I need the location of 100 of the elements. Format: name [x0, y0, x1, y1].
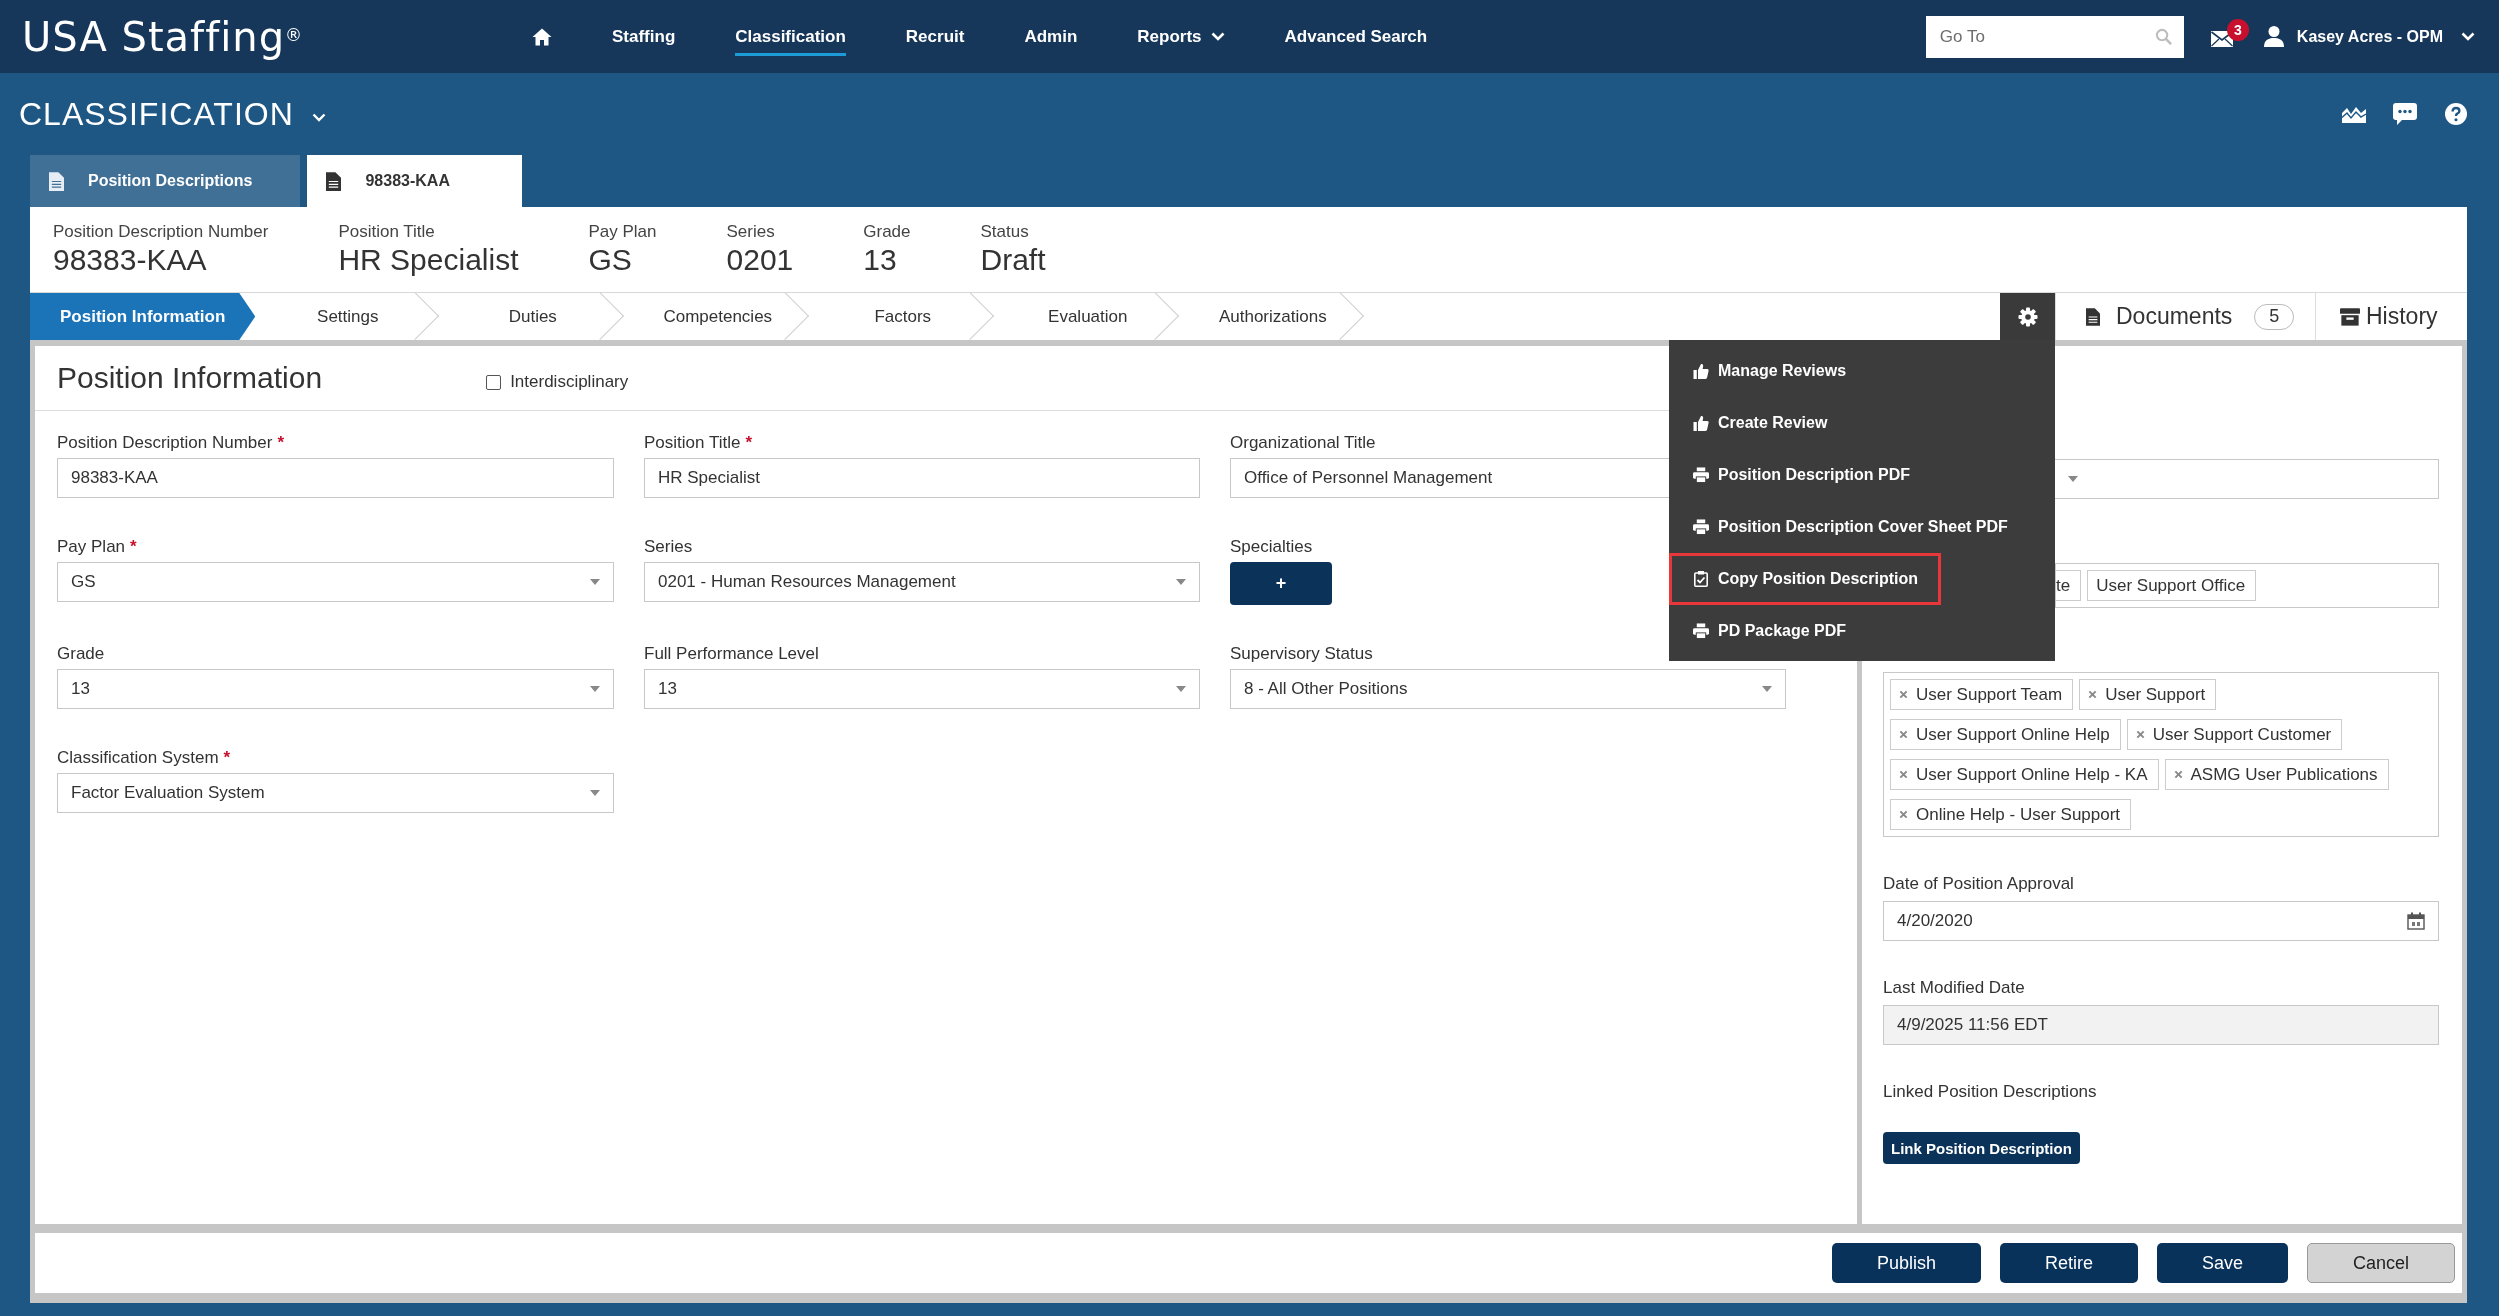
close-icon[interactable] [2088, 690, 2098, 699]
nav-link[interactable]: Staffing [612, 17, 676, 56]
field-label: Specialties [1230, 536, 1313, 558]
tag: User Support Customer [2126, 719, 2343, 750]
summary-label: Grade [863, 222, 911, 242]
nav-link[interactable]: Classification [735, 17, 846, 56]
close-icon[interactable] [1899, 770, 1908, 779]
link-button[interactable]: Link Position Description [1883, 1132, 2080, 1164]
document-icon [49, 171, 64, 191]
select-field[interactable] [2055, 459, 2439, 499]
caret-icon [1176, 686, 1186, 692]
text-field[interactable]: 98383-KAA [57, 458, 614, 498]
document-icon [2086, 307, 2100, 326]
clipboard-check-icon [1693, 571, 1709, 587]
summary-value: 13 [863, 242, 898, 278]
chevron-down-icon [2461, 32, 2475, 41]
menu-item[interactable]: Copy Position Description [1669, 553, 1941, 605]
tag: te [2056, 570, 2082, 601]
summary-label: Status [980, 222, 1030, 242]
summary-label: Position Description Number [53, 222, 269, 242]
field-label: Position Title * [644, 432, 752, 454]
nav-link[interactable]: Recruit [905, 17, 965, 56]
menu-item[interactable]: PD Package PDF [1669, 605, 1870, 657]
menu-item[interactable]: Create Review [1669, 397, 1851, 449]
close-icon[interactable] [2173, 770, 2183, 779]
summary-value: GS [588, 242, 633, 278]
field-label: Grade [57, 643, 105, 665]
text-field[interactable]: HR Specialist [644, 458, 1200, 498]
close-icon[interactable] [1899, 730, 1908, 739]
summary-value: 98383-KAA [53, 242, 208, 278]
chevron-down-icon [1210, 32, 1225, 41]
tag: User Support Online Help - KA [1890, 759, 2159, 790]
step-tab[interactable]: Position Information [30, 293, 256, 340]
caret-icon [590, 579, 600, 585]
logo[interactable]: USA Staffing$^{®}$ [22, 13, 303, 60]
summary-value: HR Specialist [338, 242, 519, 278]
text-field[interactable]: Office of Personnel Management [1230, 458, 1670, 498]
select-field[interactable]: 8 - All Other Positions [1230, 669, 1786, 709]
close-icon[interactable] [2135, 730, 2145, 739]
summary-label: Position Title [338, 222, 436, 242]
caret-icon [590, 686, 600, 692]
summary-value: 0201 [726, 242, 794, 278]
checkbox[interactable] [486, 374, 502, 390]
field-label: Series [644, 536, 693, 558]
user-menu[interactable]: Kasey Acres - OPM [2263, 26, 2475, 47]
tab[interactable]: Position Descriptions [30, 155, 301, 207]
summary-value: Draft [980, 242, 1046, 278]
action-button[interactable]: Cancel [2306, 1243, 2455, 1283]
date-field[interactable]: 4/20/2020 [1883, 901, 2439, 941]
readonly-field: 4/9/2025 11:56 EDT [1883, 1005, 2439, 1045]
notification-badge: 3 [2226, 18, 2249, 41]
thumbs-up-icon [1693, 363, 1709, 379]
thumbs-up-icon [1693, 415, 1709, 431]
nav-link[interactable]: Reports [1137, 17, 1225, 56]
action-button[interactable]: Save [2156, 1243, 2288, 1283]
printer-icon [1693, 623, 1709, 639]
field-label: Full Performance Level [644, 643, 819, 665]
chat-icon[interactable] [2393, 103, 2417, 125]
tag: User Support Office [2087, 570, 2257, 601]
action-button[interactable]: Retire [1999, 1243, 2138, 1283]
nav-link[interactable]: Admin [1024, 17, 1078, 56]
select-field[interactable]: Factor Evaluation System [57, 773, 614, 813]
tag: ASMG User Publications [2164, 759, 2389, 790]
tag-field[interactable]: te User Support Office [2055, 563, 2439, 608]
tag: User Support Team [1890, 679, 2074, 710]
search-icon[interactable] [2154, 27, 2172, 45]
select-field[interactable]: 13 [644, 669, 1200, 709]
tag: User Support [2079, 679, 2217, 710]
module-menu[interactable]: CLASSIFICATION [19, 95, 326, 133]
field-label: Last Modified Date [1883, 977, 2025, 999]
user-icon [2263, 26, 2284, 47]
add-button[interactable]: + [1230, 562, 1332, 605]
menu-item[interactable]: Position Description Cover Sheet PDF [1669, 501, 2031, 553]
close-icon[interactable] [1899, 690, 1908, 699]
select-field[interactable]: 0201 - Human Resources Management [644, 562, 1200, 602]
menu-item[interactable]: Position Description PDF [1669, 449, 1933, 501]
home-icon[interactable] [532, 27, 552, 46]
tab[interactable]: 98383-KAA [307, 155, 523, 207]
nav-link[interactable]: Advanced Search [1284, 17, 1428, 56]
action-button[interactable]: Publish [1831, 1243, 1981, 1283]
close-icon[interactable] [1899, 810, 1908, 819]
menu-item[interactable]: Manage Reviews [1669, 345, 1870, 397]
caret-icon [590, 790, 600, 796]
summary-label: Series [726, 222, 776, 242]
help-icon[interactable] [2444, 103, 2468, 125]
field-label: Supervisory Status [1230, 643, 1373, 665]
checkbox-label: Interdisciplinary [510, 372, 629, 392]
chevron-down-icon [311, 112, 326, 122]
mail-icon[interactable] [2210, 30, 2233, 47]
printer-icon [1693, 467, 1709, 483]
calendar-icon[interactable] [2407, 912, 2425, 930]
settings-button[interactable] [2000, 293, 2055, 340]
select-field[interactable]: GS [57, 562, 614, 602]
caret-icon [1176, 579, 1186, 585]
tag-field[interactable]: User Support Team User Support User Support Online Help User Support Customer User Support Online Help - KA ASMG User Publications Online Help - User Support [1883, 672, 2439, 837]
field-label: Organizational Title [1230, 432, 1376, 454]
select-field[interactable]: 13 [57, 669, 614, 709]
tag: Online Help - User Support [1890, 799, 2132, 830]
search-field[interactable]: Go To [1925, 15, 2184, 58]
caret-icon [1762, 686, 1772, 692]
